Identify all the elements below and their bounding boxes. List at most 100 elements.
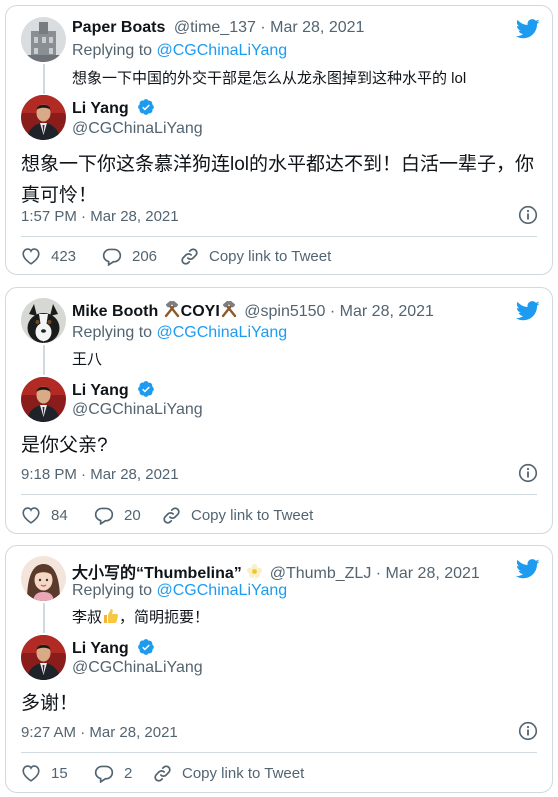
author-handle[interactable]: @time_137 — [174, 19, 256, 36]
replying-to-handle[interactable]: @CGChinaLiYang — [157, 582, 288, 599]
parent-tweet-text: 李叔 ，简明扼要！ — [72, 606, 209, 627]
tweet-date[interactable]: Mar 28, 2021 — [89, 724, 177, 741]
reply-tweet-text: 想象一下你这条慕洋狗连lol的水平都达不到！白活一辈子，你真可怜！ — [21, 154, 535, 206]
copy-link-label: Copy link to Tweet — [209, 248, 332, 265]
replying-to-handle[interactable]: @CGChinaLiYang — [157, 324, 288, 341]
reply-author-name[interactable]: Li Yang — [72, 382, 129, 399]
tweet-card-3: 大小写的“Thumbelina” @Thumb_ZLJ · Mar 28, 20… — [5, 545, 553, 793]
info-icon[interactable] — [518, 463, 538, 483]
twitter-bird-icon[interactable] — [516, 19, 540, 39]
separator-dot: · — [260, 19, 266, 36]
reply-author-name-row: Li Yang — [72, 380, 155, 400]
tweet-time[interactable]: 9:18 PM — [21, 466, 77, 483]
separator-dot: · — [375, 565, 382, 582]
link-icon — [154, 765, 171, 782]
reply-author-name-row: Li Yang — [72, 98, 155, 118]
replying-to-label: Replying to — [72, 582, 153, 599]
tweet-timestamp[interactable]: 9:27 AM · Mar 28, 2021 — [21, 724, 178, 741]
reply-tweet-text: 是你父亲? — [21, 435, 108, 456]
avatar-paper-boats[interactable] — [21, 17, 66, 62]
tweet-date[interactable]: Mar 28, 2021 — [340, 303, 434, 320]
tweet-date[interactable]: Mar 28, 2021 — [386, 565, 480, 582]
replying-to-label: Replying to — [72, 42, 153, 59]
reply-button[interactable]: 206 — [102, 247, 157, 266]
flower-emoji-icon — [247, 564, 263, 578]
author-handle[interactable]: @Thumb_ZLJ — [270, 565, 372, 582]
verified-badge-icon — [138, 639, 154, 655]
like-count: 15 — [51, 764, 68, 782]
link-icon — [181, 248, 198, 265]
tweet-date[interactable]: Mar 28, 2021 — [90, 466, 178, 483]
separator-dot: · — [81, 208, 87, 225]
copy-link-button[interactable]: Copy link to Tweet — [180, 247, 331, 266]
parent-header: Paper Boats @time_137 · Mar 28, 2021 — [72, 19, 364, 37]
reply-button[interactable]: 2 — [94, 764, 132, 783]
reply-author-name[interactable]: Li Yang — [72, 640, 129, 657]
reply-icon — [102, 248, 122, 266]
avatar-li-yang[interactable] — [21, 635, 66, 680]
author-name[interactable]: Mike Booth — [72, 303, 158, 320]
tweet-time[interactable]: 1:57 PM — [21, 208, 77, 225]
tweet-date[interactable]: Mar 28, 2021 — [270, 19, 364, 36]
reply-icon — [94, 507, 114, 525]
copy-link-label: Copy link to Tweet — [182, 765, 305, 782]
reply-author-handle[interactable]: @CGChinaLiYang — [72, 401, 203, 419]
like-count: 84 — [51, 506, 68, 524]
author-handle[interactable]: @spin5150 — [244, 303, 325, 320]
like-button[interactable]: 84 — [21, 506, 68, 524]
reply-author-handle[interactable]: @CGChinaLiYang — [72, 659, 203, 677]
avatar-thumbelina[interactable] — [21, 556, 66, 601]
avatar-li-yang[interactable] — [21, 377, 66, 422]
divider — [21, 494, 537, 495]
reply-thread-line — [43, 345, 45, 375]
divider — [21, 752, 537, 753]
replying-to-line: Replying to @CGChinaLiYang — [72, 582, 287, 600]
tweet-date[interactable]: Mar 28, 2021 — [90, 208, 178, 225]
like-button[interactable]: 423 — [21, 247, 76, 265]
reply-author-handle[interactable]: @CGChinaLiYang — [72, 120, 203, 138]
like-button[interactable]: 15 — [21, 764, 68, 782]
info-icon[interactable] — [518, 205, 538, 225]
reply-count: 20 — [124, 507, 141, 524]
copy-link-button[interactable]: Copy link to Tweet — [153, 764, 304, 783]
info-icon[interactable] — [518, 721, 538, 741]
verified-badge-icon — [138, 381, 154, 397]
replying-to-handle[interactable]: @CGChinaLiYang — [157, 42, 288, 59]
separator-dot: · — [81, 466, 87, 483]
avatar-li-yang[interactable] — [21, 95, 66, 140]
tweet-timestamp[interactable]: 9:18 PM · Mar 28, 2021 — [21, 466, 179, 483]
verified-badge-icon — [138, 99, 154, 115]
thumbs-up-emoji-icon — [104, 609, 118, 623]
reply-count: 2 — [124, 765, 133, 782]
parent-text-part-2: ，简明扼要！ — [119, 609, 210, 626]
like-count: 423 — [51, 247, 77, 265]
tweet-card-1: Paper Boats @time_137 · Mar 28, 2021 Rep… — [5, 5, 553, 275]
tweet-time[interactable]: 9:27 AM — [21, 724, 76, 741]
twitter-bird-icon[interactable] — [516, 301, 540, 321]
replying-to-label: Replying to — [72, 324, 153, 341]
parent-header: Mike Booth COYI @spin5150 · Mar 28, 2021 — [72, 300, 434, 321]
heart-icon — [22, 507, 40, 524]
parent-tweet-text: 王八 — [72, 351, 103, 368]
divider — [21, 236, 537, 237]
reply-author-name-row: Li Yang — [72, 638, 155, 658]
link-icon — [163, 507, 180, 524]
reply-thread-line — [43, 64, 45, 94]
parent-header: 大小写的“Thumbelina” @Thumb_ZLJ · Mar 28, 20… — [72, 559, 480, 583]
parent-text-part-1: 李叔 — [72, 609, 103, 626]
reply-button[interactable]: 20 — [94, 506, 141, 525]
author-name[interactable]: Paper Boats — [72, 19, 165, 36]
author-name-suffix: COYI — [180, 303, 220, 320]
tweet-timestamp[interactable]: 1:57 PM · Mar 28, 2021 — [21, 208, 179, 225]
hammers-emoji-icon — [164, 300, 179, 318]
reply-tweet-text: 多谢！ — [21, 693, 79, 714]
reply-count: 206 — [132, 248, 158, 265]
reply-thread-line — [43, 603, 45, 633]
author-name[interactable]: 大小写的“Thumbelina” — [72, 565, 242, 582]
reply-author-name[interactable]: Li Yang — [72, 100, 129, 117]
twitter-bird-icon[interactable] — [516, 559, 540, 579]
avatar-mike-booth[interactable] — [21, 298, 66, 343]
copy-link-button[interactable]: Copy link to Tweet — [162, 506, 313, 525]
heart-icon — [22, 765, 40, 782]
parent-tweet-text: 想象一下中国的外交干部是怎么从龙永图掉到这种水平的 lol — [72, 70, 467, 87]
